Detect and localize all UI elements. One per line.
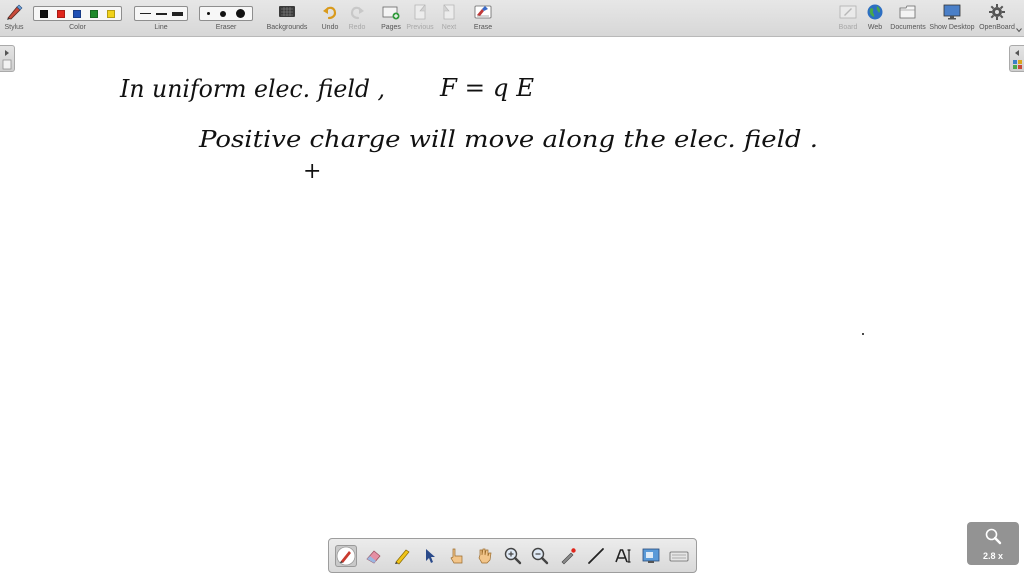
pen-icon: [336, 546, 356, 565]
line-medium-option[interactable]: [155, 12, 167, 15]
laser-pointer-tool[interactable]: [557, 545, 579, 567]
color-palette: [33, 6, 122, 21]
backgrounds-button[interactable]: Backgrounds: [266, 0, 308, 37]
undo-icon: [323, 6, 337, 20]
pen-tool[interactable]: [335, 544, 357, 567]
magnifier-icon: [985, 528, 1002, 545]
color-swatch-yellow[interactable]: [106, 9, 115, 18]
line-thin-option[interactable]: [139, 13, 151, 14]
gear-icon: [989, 4, 1005, 20]
pages-label: Pages: [381, 24, 401, 31]
undo-label: Undo: [321, 24, 339, 31]
top-toolbar: Stylus Color Line Eraser Backgrounds Und…: [0, 0, 1024, 37]
next-page-icon: [443, 4, 455, 20]
zoom-level: 2.8 x: [982, 551, 1004, 561]
monitor-icon: [943, 4, 961, 20]
previous-label: Previous: [406, 24, 434, 31]
pointing-hand-icon: [450, 548, 463, 563]
globe-icon: [867, 4, 883, 20]
cursor-arrow-icon: [426, 548, 436, 563]
zoom-out-icon: [532, 547, 549, 564]
chevron-down-icon[interactable]: [1016, 27, 1022, 33]
eraser-size-palette: [199, 6, 253, 21]
note-line-2: Positive charge will move along the elec…: [198, 127, 818, 153]
show-desktop-button[interactable]: Show Desktop: [929, 0, 975, 37]
pages-button[interactable]: Pages: [379, 0, 403, 37]
board-label: Board: [838, 24, 858, 31]
highlighter-icon: [394, 549, 410, 564]
eraser-medium-option[interactable]: [220, 10, 226, 17]
board-mode-button[interactable]: Board: [836, 0, 860, 37]
zoom-indicator[interactable]: 2.8 x: [967, 522, 1019, 565]
openboard-menu-button[interactable]: OpenBoard: [978, 0, 1016, 37]
laser-pointer-icon: [561, 547, 576, 564]
eraser-small-option[interactable]: [207, 12, 210, 15]
previous-page-button[interactable]: Previous: [405, 0, 435, 37]
color-swatch-black[interactable]: [40, 9, 49, 18]
backgrounds-icon: [279, 6, 295, 17]
documents-label: Documents: [890, 24, 926, 31]
interactor-tool[interactable]: [446, 545, 468, 567]
stray-dot: [862, 333, 864, 335]
whiteboard-canvas[interactable]: In uniform elec. field , F = q E Positiv…: [0, 38, 1024, 576]
previous-page-icon: [414, 4, 426, 20]
selector-tool[interactable]: [418, 545, 440, 567]
add-page-icon: [382, 6, 400, 20]
next-page-button[interactable]: Next: [437, 0, 461, 37]
hand-tool[interactable]: [474, 545, 496, 567]
zoom-in-tool[interactable]: [502, 545, 524, 567]
color-swatch-green[interactable]: [90, 9, 99, 18]
capture-tool[interactable]: [640, 545, 662, 567]
eraser-icon: [366, 550, 381, 563]
eraser-group: Eraser: [199, 0, 253, 37]
color-label: Color: [69, 24, 86, 31]
next-label: Next: [441, 24, 457, 31]
openboard-label: OpenBoard: [979, 24, 1015, 31]
zoom-out-tool[interactable]: [529, 545, 551, 567]
line-thick-option[interactable]: [171, 11, 183, 16]
stylus-label: Stylus: [4, 24, 24, 31]
erase-label: Erase: [473, 24, 493, 31]
folder-icon: [899, 5, 916, 19]
positive-charge-mark: +: [303, 159, 321, 184]
zoom-in-icon: [504, 547, 521, 564]
stylus-icon: [7, 4, 23, 20]
eraser-label: Eraser: [215, 24, 237, 31]
erase-button[interactable]: Erase: [470, 0, 496, 37]
keyboard-icon: [669, 551, 689, 561]
erase-board-icon: [474, 5, 492, 19]
undo-button[interactable]: Undo: [318, 0, 342, 37]
note-line-1: In uniform elec. field ,: [119, 75, 385, 103]
color-swatch-blue[interactable]: [73, 9, 82, 18]
text-icon: [614, 548, 630, 563]
stylus-tool-dock: [328, 538, 697, 573]
documents-mode-button[interactable]: Documents: [889, 0, 927, 37]
eraser-large-option[interactable]: [236, 9, 245, 18]
eraser-tool[interactable]: [363, 545, 385, 567]
line-width-palette: [134, 6, 188, 21]
web-mode-button[interactable]: Web: [863, 0, 887, 37]
redo-icon: [350, 6, 364, 20]
color-swatch-red[interactable]: [56, 9, 65, 18]
force-equation: F = q E: [439, 74, 535, 102]
color-group: Color: [33, 0, 122, 37]
line-tool[interactable]: [585, 545, 607, 567]
marker-tool[interactable]: [391, 545, 413, 567]
line-label: Line: [154, 24, 168, 31]
web-label: Web: [867, 24, 883, 31]
redo-label: Redo: [348, 24, 366, 31]
screen-capture-icon: [642, 548, 660, 563]
show-desktop-label: Show Desktop: [929, 24, 975, 31]
stylus-button[interactable]: Stylus: [2, 0, 26, 37]
handwriting-layer: In uniform elec. field , F = q E Positiv…: [119, 74, 864, 335]
backgrounds-label: Backgrounds: [266, 24, 308, 31]
text-tool[interactable]: [613, 545, 635, 567]
board-icon: [839, 5, 857, 19]
redo-button[interactable]: Redo: [345, 0, 369, 37]
line-icon: [587, 547, 604, 564]
line-group: Line: [134, 0, 188, 37]
virtual-keyboard-tool[interactable]: [668, 545, 690, 567]
hand-icon: [478, 548, 492, 563]
